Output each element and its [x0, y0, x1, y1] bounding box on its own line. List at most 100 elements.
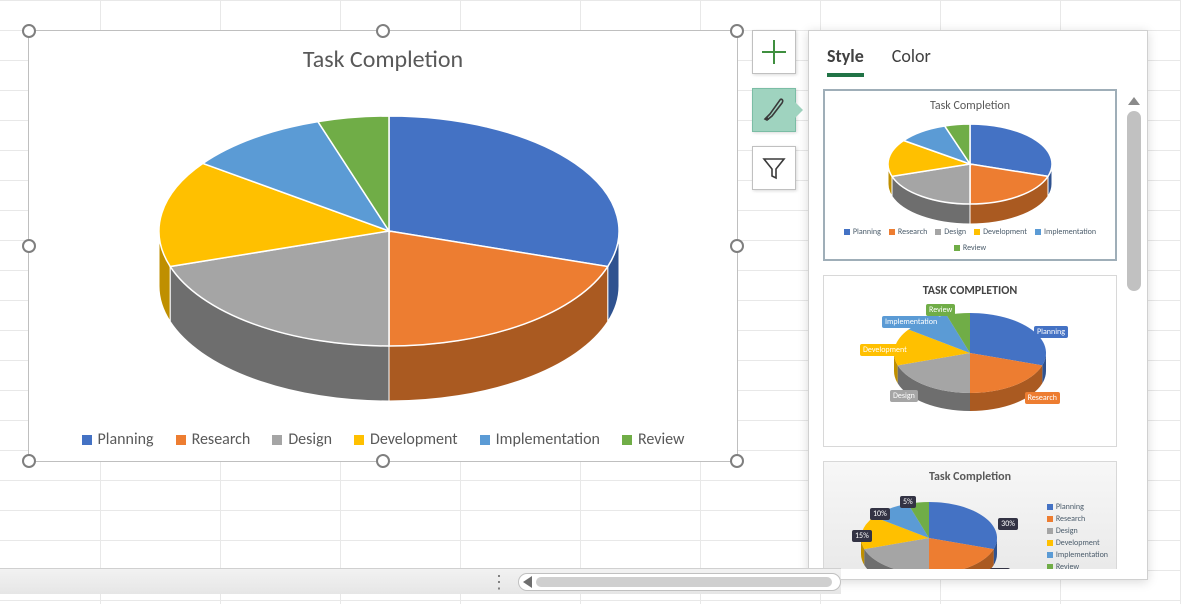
legend-swatch [1035, 229, 1041, 235]
hscroll-thumb[interactable] [536, 577, 832, 587]
legend-swatch [622, 435, 632, 445]
legend-label: Development [983, 227, 1027, 237]
thumb-title: Task Completion [831, 99, 1109, 113]
chart-object[interactable]: Task Completion Planning Research Design De… [28, 30, 738, 462]
data-label: Implementation [882, 316, 940, 328]
legend-swatch [1047, 516, 1053, 522]
data-label: 30% [998, 518, 1018, 530]
legend-item[interactable]: Research [1047, 514, 1108, 524]
panel-tabs: Style Color [809, 31, 1147, 83]
legend-label: Planning [853, 227, 881, 237]
data-label: Research [1025, 392, 1060, 404]
thumb-title: TASK COMPLETION [830, 284, 1110, 298]
legend-swatch [176, 435, 186, 445]
legend-label: Design [288, 430, 332, 449]
legend-swatch [480, 435, 490, 445]
legend-swatch [954, 245, 960, 251]
legend-item[interactable]: Design [272, 430, 332, 449]
legend-item[interactable]: Development [1047, 538, 1108, 548]
brush-icon [760, 96, 788, 124]
legend-swatch [1047, 504, 1053, 510]
legend-swatch [354, 435, 364, 445]
resize-handle[interactable] [22, 24, 36, 38]
legend-label: Research [1056, 514, 1085, 524]
legend-label: Development [370, 430, 458, 449]
legend-item[interactable]: Research [889, 227, 927, 237]
legend-label: Research [192, 430, 251, 449]
legend-label: Development [1056, 538, 1100, 548]
legend-item[interactable]: Implementation [480, 430, 600, 449]
chart-filter-button[interactable] [752, 146, 796, 190]
style-thumbnail-3[interactable]: Task Completion 30% 20% 20% 15% 10% 5% P… [823, 461, 1117, 569]
resize-handle[interactable] [376, 24, 390, 38]
thumb-title: Task Completion [830, 470, 1110, 484]
data-label: 10% [870, 508, 890, 520]
chart-elements-button[interactable] [752, 30, 796, 74]
legend-swatch [1047, 528, 1053, 534]
hscroll-track[interactable] [518, 573, 841, 591]
chart-styles-button[interactable] [752, 88, 796, 132]
data-label: Development [860, 344, 910, 356]
thumb-legend: Planning Research Design Development Impleme… [1047, 502, 1108, 569]
resize-handle[interactable] [22, 454, 36, 468]
legend-item[interactable]: Implementation [1047, 550, 1108, 560]
legend-swatch [974, 229, 980, 235]
legend-item[interactable]: Design [1047, 526, 1108, 536]
sheet-grip-icon[interactable]: ⋮ [490, 571, 508, 593]
legend-label: Implementation [496, 430, 600, 449]
resize-handle[interactable] [730, 24, 744, 38]
panel-scrollbar[interactable] [1127, 97, 1141, 565]
resize-handle[interactable] [22, 239, 36, 253]
legend-swatch [889, 229, 895, 235]
legend-swatch [1047, 552, 1053, 558]
chart-styles-panel: Style Color Task Completion Planning Rese… [808, 30, 1148, 580]
legend-item[interactable]: Development [974, 227, 1027, 237]
pie-preview [855, 114, 1085, 232]
resize-handle[interactable] [376, 454, 390, 468]
resize-handle[interactable] [730, 454, 744, 468]
legend-item[interactable]: Planning [844, 227, 881, 237]
scrollbar-thumb[interactable] [1127, 111, 1141, 291]
legend-label: Implementation [1056, 550, 1108, 560]
legend-swatch [844, 229, 850, 235]
legend-item[interactable]: Implementation [1035, 227, 1096, 237]
style-thumbnail-2[interactable]: TASK COMPLETION Planning Research Design… [823, 275, 1117, 447]
data-label: Review [926, 304, 955, 316]
chart-legend[interactable]: Planning Research Design Development Impleme… [29, 430, 737, 449]
legend-item[interactable]: Design [935, 227, 966, 237]
data-label: 20% [990, 568, 1010, 569]
legend-swatch [1047, 564, 1053, 569]
tab-color[interactable]: Color [892, 45, 931, 77]
chart-title[interactable]: Task Completion [29, 45, 737, 74]
tab-style[interactable]: Style [827, 45, 864, 77]
legend-swatch [272, 435, 282, 445]
legend-label: Review [1056, 562, 1079, 569]
style-thumbnail-1[interactable]: Task Completion Planning Research Design De… [823, 89, 1117, 261]
funnel-icon [761, 155, 787, 181]
legend-swatch [1047, 540, 1053, 546]
data-label: Design [890, 390, 918, 402]
legend-label: Implementation [1044, 227, 1096, 237]
legend-label: Design [1056, 526, 1078, 536]
plus-icon [760, 38, 788, 66]
scroll-left-arrow-icon[interactable] [523, 576, 532, 588]
legend-label: Review [638, 430, 685, 449]
legend-label: Planning [1056, 502, 1084, 512]
data-label: 15% [852, 530, 872, 542]
legend-item[interactable]: Planning [82, 430, 154, 449]
data-label: 5% [900, 496, 916, 508]
horizontal-scrollbar[interactable]: ⋮ [0, 568, 841, 594]
legend-item[interactable]: Research [176, 430, 251, 449]
legend-item[interactable]: Development [354, 430, 458, 449]
legend-item[interactable]: Review [1047, 562, 1108, 569]
style-thumbnails: Task Completion Planning Research Design De… [823, 89, 1117, 569]
legend-swatch [935, 229, 941, 235]
scroll-up-arrow-icon[interactable] [1128, 97, 1140, 105]
legend-item[interactable]: Review [954, 243, 986, 253]
legend-label: Design [944, 227, 966, 237]
legend-item[interactable]: Review [622, 430, 685, 449]
legend-item[interactable]: Planning [1047, 502, 1108, 512]
resize-handle[interactable] [730, 239, 744, 253]
data-label: Planning [1034, 326, 1068, 338]
pie-chart[interactable] [69, 91, 709, 421]
